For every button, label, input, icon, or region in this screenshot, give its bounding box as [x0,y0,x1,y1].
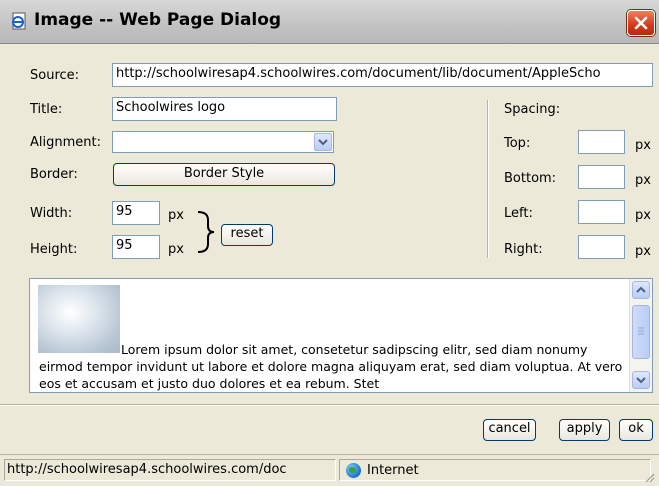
right-unit: px [635,244,651,259]
status-zone: Internet [339,459,651,481]
alignment-select[interactable] [112,131,334,153]
close-button[interactable] [627,10,655,36]
title-bar[interactable]: Image -- Web Page Dialog [0,0,659,44]
scroll-down-button[interactable] [632,371,650,389]
height-unit: px [168,242,184,257]
title-field[interactable]: Schoolwires logo [112,97,337,121]
chevron-down-icon [318,139,328,146]
resize-grip-icon[interactable] [643,471,655,483]
width-field[interactable]: 95 [112,201,160,225]
preview-text: Lorem ipsum dolor sit amet, consetetur s… [39,342,623,391]
globe-icon [346,463,361,478]
source-field[interactable]: http://schoolwiresap4.schoolwires.com/do… [112,63,653,87]
footer-separator [0,404,659,406]
zone-label: Internet [367,463,419,478]
preview-scrollbar[interactable] [629,279,652,392]
alignment-label: Alignment: [30,135,101,150]
apply-button[interactable]: apply [559,419,610,441]
height-label: Height: [30,242,78,257]
status-bar: http://schoolwiresap4.schoolwires.com/do… [0,454,659,486]
bottom-unit: px [635,173,651,188]
spacing-label: Spacing: [504,102,561,117]
scroll-up-button[interactable] [632,281,650,299]
image-preview[interactable]: Lorem ipsum dolor sit amet, consetetur s… [29,278,653,393]
height-field[interactable]: 95 [112,235,160,259]
ie-page-icon [12,12,26,30]
border-label: Border: [30,167,78,182]
width-label: Width: [30,206,73,221]
vertical-divider [487,100,489,258]
cancel-button[interactable]: cancel [483,419,536,441]
scroll-thumb[interactable] [632,305,650,359]
brace-icon [197,211,215,253]
source-label: Source: [30,68,80,83]
status-url: http://schoolwiresap4.schoolwires.com/do… [4,459,336,481]
spacing-right-field[interactable] [578,235,625,259]
spacing-top-field[interactable] [578,130,625,154]
window-title: Image -- Web Page Dialog [34,10,282,30]
right-label: Right: [504,242,543,257]
width-unit: px [168,208,184,223]
grip-icon [638,327,644,335]
left-label: Left: [504,206,533,221]
dropdown-button[interactable] [314,133,332,151]
spacing-left-field[interactable] [578,200,625,224]
bottom-label: Bottom: [504,171,557,186]
left-unit: px [635,208,651,223]
ok-button[interactable]: ok [619,419,653,441]
top-label: Top: [504,136,531,151]
close-icon [634,16,648,30]
top-unit: px [635,138,651,153]
border-style-button[interactable]: Border Style [113,163,335,186]
reset-button[interactable]: reset [221,224,273,246]
chevron-down-icon [636,377,646,384]
spacing-bottom-field[interactable] [578,165,625,189]
chevron-up-icon [636,286,646,293]
title-label: Title: [30,102,63,117]
